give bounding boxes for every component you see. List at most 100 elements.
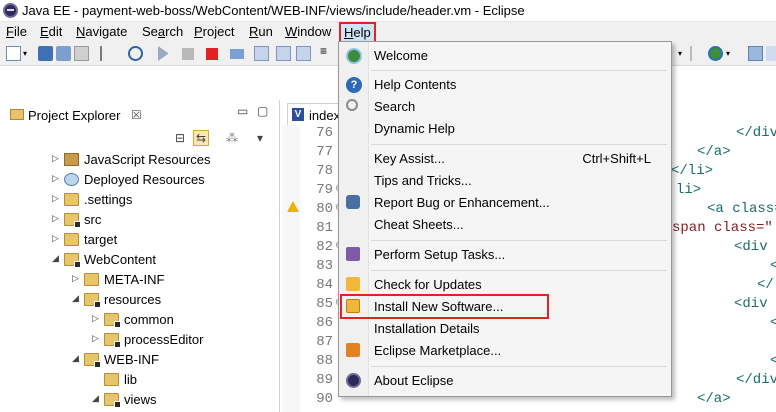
code-line: <a class=: [707, 201, 776, 217]
new-dropdown-chevron-icon[interactable]: ▾: [23, 49, 31, 64]
link-with-editor-icon[interactable]: ⇆: [193, 130, 210, 146]
folder-icon: [84, 293, 101, 308]
expand-twisty-icon[interactable]: ▷: [52, 193, 62, 204]
menu-item-search[interactable]: Search: [339, 96, 671, 118]
collapse-all-icon[interactable]: ⊟: [175, 131, 185, 145]
save-all-icon[interactable]: [56, 46, 71, 61]
suspend-icon[interactable]: [182, 48, 194, 60]
collapse-twisty-icon[interactable]: ◢: [92, 393, 102, 404]
editor-left-ruler: [282, 125, 300, 412]
help-contents-icon: ?: [346, 77, 362, 93]
resume-icon[interactable]: [158, 46, 168, 61]
menu-run[interactable]: Run: [249, 24, 273, 39]
menu-help[interactable]: Help: [339, 22, 376, 43]
line-number: 76: [316, 125, 333, 141]
tree-item-label: lib: [124, 372, 138, 387]
expand-twisty-icon[interactable]: ▷: [52, 153, 62, 164]
tree-item-label: .settings: [84, 192, 133, 207]
perspective-switch-icon[interactable]: [766, 46, 776, 61]
minimize-icon[interactable]: ▭: [237, 104, 248, 118]
line-number: 84: [316, 277, 333, 293]
line-number: 89: [316, 372, 333, 388]
collapse-twisty-icon[interactable]: ◢: [52, 253, 62, 264]
menu-item-report-bug[interactable]: Report Bug or Enhancement...: [339, 192, 671, 214]
install-new-software-highlight: [340, 294, 549, 319]
maximize-icon[interactable]: ▢: [257, 104, 268, 118]
line-number: 83: [316, 258, 333, 274]
disconnect-icon[interactable]: [230, 49, 244, 59]
folder-icon: [64, 193, 79, 206]
menu-item-help-contents[interactable]: ? Help Contents: [339, 74, 671, 96]
menu-item-label: Help Contents: [374, 77, 457, 92]
menu-item-perform-setup-tasks[interactable]: Perform Setup Tasks...: [339, 244, 671, 266]
step-over-icon[interactable]: [276, 46, 291, 61]
toolbar-chevron-down-icon[interactable]: ▾: [678, 49, 686, 64]
editor-tab-label: index: [309, 108, 341, 123]
menu-window[interactable]: Window: [285, 24, 331, 39]
code-line: <div: [734, 296, 768, 312]
menu-item-label: Search: [374, 99, 416, 114]
browser-dropdown-chevron-icon[interactable]: ▾: [726, 49, 734, 64]
menu-item-label: Check for Updates: [374, 277, 482, 292]
step-return-icon[interactable]: [296, 46, 311, 61]
collapse-twisty-icon[interactable]: ◢: [72, 293, 82, 304]
line-number: 79: [316, 182, 333, 198]
more-tools-icon[interactable]: ≡: [320, 44, 330, 59]
menu-item-label: Tips and Tricks...: [374, 173, 472, 188]
tree-item-label: views: [124, 392, 157, 407]
expand-twisty-icon[interactable]: ▷: [92, 333, 102, 344]
menu-item-label: Perform Setup Tasks...: [374, 247, 506, 262]
expand-twisty-icon[interactable]: ▷: [52, 173, 62, 184]
setup-tasks-icon: [346, 247, 360, 261]
menu-file[interactable]: File: [6, 24, 27, 39]
menu-separator: [371, 144, 667, 145]
menu-item-cheat-sheets[interactable]: Cheat Sheets...: [339, 214, 671, 236]
code-line: <: [770, 258, 776, 274]
close-icon[interactable]: ☒: [131, 108, 142, 122]
view-menu-chevron-down-icon[interactable]: ▾: [257, 131, 263, 145]
tree-item-label: resources: [104, 292, 162, 307]
menu-item-tips-and-tricks[interactable]: Tips and Tricks...: [339, 170, 671, 192]
step-into-icon[interactable]: [254, 46, 269, 61]
menu-item-label: Welcome: [374, 48, 428, 63]
toolbar-separator2-icon: [690, 46, 692, 61]
menu-item-label: About Eclipse: [374, 373, 454, 388]
code-line: </a>: [697, 144, 731, 160]
print-icon[interactable]: [74, 46, 89, 61]
menu-item-about-eclipse[interactable]: About Eclipse: [339, 370, 671, 392]
view-settings-icon[interactable]: ⁂: [226, 131, 238, 145]
menu-project[interactable]: Project: [194, 24, 234, 39]
line-number: 90: [316, 391, 333, 407]
project-explorer-tab[interactable]: Project Explorer ☒: [4, 103, 144, 127]
folder-icon: [104, 373, 119, 386]
menu-search[interactable]: Search: [142, 24, 183, 39]
menu-item-dynamic-help[interactable]: Dynamic Help: [339, 118, 671, 140]
expand-twisty-icon[interactable]: ▷: [52, 233, 62, 244]
web-browser-icon[interactable]: [708, 46, 723, 61]
menu-item-check-for-updates[interactable]: Check for Updates: [339, 274, 671, 296]
folder-icon: [84, 353, 101, 368]
menu-navigate[interactable]: Navigate: [76, 24, 127, 39]
code-line: li>: [676, 182, 702, 198]
terminate-icon[interactable]: [206, 48, 218, 60]
check-updates-icon: [346, 277, 360, 291]
tree-item-label: src: [84, 212, 102, 227]
skip-breakpoints-icon[interactable]: [128, 46, 143, 61]
expand-twisty-icon[interactable]: ▷: [72, 273, 82, 284]
new-icon[interactable]: [6, 46, 21, 61]
editor-tab-index[interactable]: V index: [287, 103, 341, 125]
project-explorer-folder-icon: [10, 109, 24, 120]
perspective-icon[interactable]: [748, 46, 763, 61]
menu-item-installation-details[interactable]: Installation Details: [339, 318, 671, 340]
menu-edit[interactable]: Edit: [40, 24, 62, 39]
code-line: <: [770, 315, 776, 331]
save-icon[interactable]: [38, 46, 53, 61]
menu-item-eclipse-marketplace[interactable]: Eclipse Marketplace...: [339, 340, 671, 362]
menu-item-key-assist[interactable]: Key Assist... Ctrl+Shift+L: [339, 148, 671, 170]
menu-item-welcome[interactable]: Welcome: [339, 45, 671, 67]
folder-icon: [64, 233, 79, 246]
expand-twisty-icon[interactable]: ▷: [92, 313, 102, 324]
expand-twisty-icon[interactable]: ▷: [52, 213, 62, 224]
collapse-twisty-icon[interactable]: ◢: [72, 353, 82, 364]
welcome-icon: [346, 48, 362, 64]
